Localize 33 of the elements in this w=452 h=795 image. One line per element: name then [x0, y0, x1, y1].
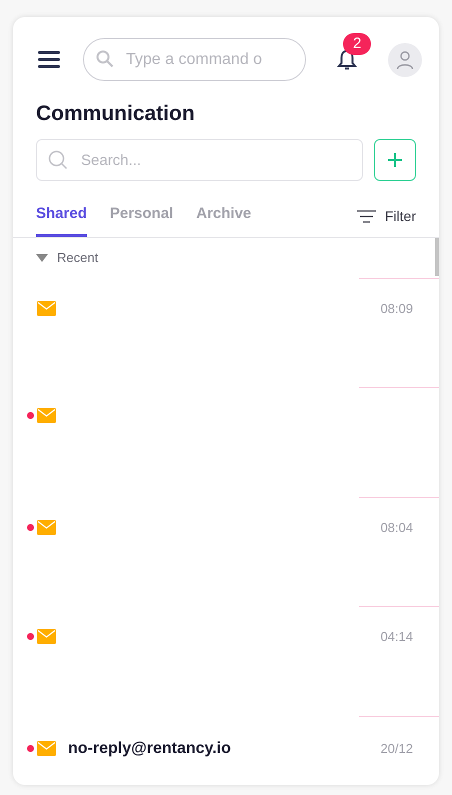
message-time: 20/12 — [380, 740, 413, 758]
envelope-icon — [37, 300, 56, 316]
envelope-icon — [37, 520, 56, 535]
envelope-icon — [37, 629, 56, 644]
person-icon — [395, 50, 415, 70]
tab[interactable]: Personal — [110, 203, 174, 236]
bell-icon[interactable] — [337, 48, 357, 70]
message-time: 08:04 — [380, 518, 413, 536]
envelope-icon — [37, 741, 56, 756]
message-row[interactable]: 08:04 — [13, 518, 439, 537]
search-icon — [96, 50, 114, 68]
message-time: 04:14 — [380, 628, 413, 646]
message-row[interactable]: 08:09 — [13, 298, 439, 318]
group-toggle[interactable]: Recent — [36, 238, 98, 278]
tab[interactable]: Shared — [36, 203, 87, 236]
message-time: 08:09 — [380, 300, 413, 318]
filter-icon — [356, 210, 376, 222]
add-button[interactable] — [374, 139, 416, 181]
notification-badge: 2 — [343, 32, 372, 54]
avatar[interactable] — [388, 42, 422, 76]
command-field[interactable]: Type a command o — [83, 38, 306, 81]
filter-button[interactable]: Filter — [356, 206, 416, 236]
search-icon — [48, 150, 68, 170]
menu-icon[interactable] — [38, 51, 60, 68]
tab[interactable]: Archive — [196, 203, 252, 236]
envelope-icon — [37, 408, 56, 423]
message-row[interactable]: 04:14 — [13, 627, 439, 646]
plus-icon — [388, 153, 402, 167]
sender-name: no-reply@rentancy.io — [68, 738, 231, 758]
page-title: Communication — [36, 101, 196, 127]
scrollbar-thumb[interactable] — [435, 238, 439, 276]
message-row[interactable]: no-reply@rentancy.io 20/12 — [13, 736, 439, 760]
search-field[interactable]: Search... — [36, 139, 363, 181]
